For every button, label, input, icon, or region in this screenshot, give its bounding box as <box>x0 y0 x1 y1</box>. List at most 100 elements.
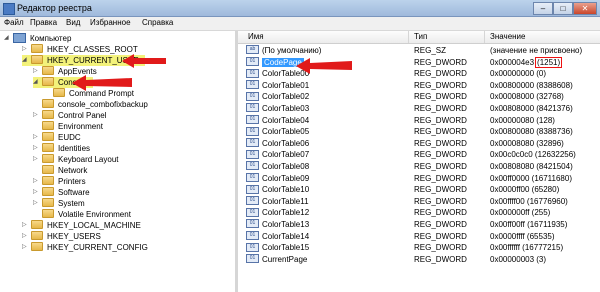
value-row[interactable]: 01 ColorTable00 REG_DWORD 0x00000000 (0) <box>238 68 600 79</box>
collapsed-arrow-icon[interactable]: ▷ <box>33 132 38 143</box>
value-row[interactable]: 01 ColorTable13 REG_DWORD 0x00ff00ff (16711… <box>238 219 600 230</box>
string-value-icon: ab <box>246 45 259 55</box>
tree-node-software[interactable]: ▷ Software <box>33 187 90 198</box>
value-row[interactable]: 01 ColorTable02 REG_DWORD 0x00008000 (32768… <box>238 91 600 102</box>
value-row[interactable]: 01 CodePage REG_DWORD 0x000004e3 (1251) <box>238 56 600 68</box>
folder-icon <box>42 198 54 208</box>
collapsed-arrow-icon[interactable]: ▷ <box>22 220 27 231</box>
dword-value-icon: 01 <box>246 80 259 90</box>
value-row[interactable]: 01 ColorTable05 REG_DWORD 0x00800080 (83887… <box>238 126 600 137</box>
value-name-cell: 01 ColorTable04 <box>246 114 309 126</box>
collapsed-arrow-icon[interactable]: ▷ <box>33 198 38 209</box>
value-row[interactable]: 01 ColorTable09 REG_DWORD 0x00ff0000 (16711… <box>238 172 600 184</box>
tree-node-control-panel[interactable]: ▷ Control Panel <box>33 110 106 121</box>
collapsed-arrow-icon[interactable]: ▷ <box>22 44 27 55</box>
collapsed-arrow-icon[interactable]: ▷ <box>33 176 38 187</box>
value-row[interactable]: 01 ColorTable07 REG_DWORD 0x00c0c0c0 (12632… <box>238 149 600 160</box>
collapsed-arrow-icon[interactable]: ▷ <box>33 110 38 121</box>
expand-arrow-icon[interactable]: ◢ <box>33 77 38 88</box>
column-divider[interactable] <box>408 31 409 43</box>
value-row[interactable]: 01 ColorTable03 REG_DWORD 0x00808000 (84213… <box>238 103 600 114</box>
registry-tree-pane[interactable]: ◢ Компьютер ▷ HKEY_CLASSES_ROOT ◢ HKEY_C… <box>0 31 238 292</box>
value-name-cell: ab (По умолчанию) <box>246 45 321 56</box>
tree-node-network[interactable]: Network <box>33 165 87 176</box>
value-data-cell: (значение не присвоено) <box>490 45 582 56</box>
tree-node-label: System <box>58 199 85 208</box>
tree-node-volatile-environment[interactable]: Volatile Environment <box>33 209 131 220</box>
collapsed-arrow-icon[interactable]: ▷ <box>33 143 38 154</box>
tree-node-computer[interactable]: ◢ Компьютер <box>4 32 71 44</box>
value-row[interactable]: ab (По умолчанию) REG_SZ (значение не присв… <box>238 45 600 56</box>
value-row[interactable]: 01 ColorTable04 REG_DWORD 0x00000080 (128) <box>238 114 600 126</box>
collapsed-arrow-icon[interactable]: ▷ <box>22 231 27 242</box>
maximize-button[interactable]: □ <box>553 2 573 15</box>
tree-node-printers[interactable]: ▷ Printers <box>33 176 86 187</box>
menu-file[interactable]: Файл <box>4 18 24 27</box>
value-type: REG_DWORD <box>414 254 467 264</box>
menu-view[interactable]: Вид <box>66 18 80 27</box>
tree-node-hkcc[interactable]: ▷ HKEY_CURRENT_CONFIG <box>22 242 148 253</box>
registry-values-pane[interactable]: Имя Тип Значение ab (По умолчанию) REG_SZ (… <box>238 31 600 292</box>
column-header-name[interactable]: Имя <box>248 32 264 41</box>
tree-node-hku[interactable]: ▷ HKEY_USERS <box>22 231 101 242</box>
menu-favorites[interactable]: Избранное <box>90 18 131 27</box>
collapsed-arrow-icon[interactable]: ▷ <box>33 187 38 198</box>
value-data: 0x00800000 (8388608) <box>490 80 573 90</box>
value-row[interactable]: 01 ColorTable10 REG_DWORD 0x0000ff00 (65280… <box>238 184 600 195</box>
tree-node-keyboard-layout[interactable]: ▷ Keyboard Layout <box>33 154 119 165</box>
tree-node-label: Network <box>58 166 88 175</box>
expand-arrow-icon[interactable]: ◢ <box>4 33 9 44</box>
value-row[interactable]: 01 ColorTable11 REG_DWORD 0x00ffff00 (16776… <box>238 196 600 207</box>
value-name-cell: 01 CurrentPage <box>246 254 307 265</box>
value-data-cell: 0x00800080 (8388736) <box>490 126 573 137</box>
folder-icon <box>42 132 54 142</box>
column-header-value[interactable]: Значение <box>490 32 525 41</box>
value-name-cell: 01 ColorTable05 <box>246 126 309 137</box>
dword-value-icon: 01 <box>246 161 259 171</box>
collapsed-arrow-icon[interactable]: ▷ <box>22 242 27 253</box>
value-data-cell: 0x00008000 (32768) <box>490 91 564 102</box>
collapsed-arrow-icon[interactable]: ▷ <box>33 66 38 77</box>
menu-edit[interactable]: Правка <box>30 18 57 27</box>
tree-node-eudc[interactable]: ▷ EUDC <box>33 132 81 143</box>
value-row[interactable]: 01 ColorTable12 REG_DWORD 0x000000ff (255) <box>238 207 600 218</box>
folder-icon <box>42 99 54 109</box>
value-row[interactable]: 01 ColorTable08 REG_DWORD 0x00808080 (84215… <box>238 161 600 172</box>
value-row[interactable]: 01 ColorTable06 REG_DWORD 0x00008080 (32896… <box>238 138 600 149</box>
value-name-cell: 01 ColorTable01 <box>246 80 309 91</box>
value-type: REG_DWORD <box>414 231 467 241</box>
folder-icon <box>31 231 43 241</box>
value-data: 0x00c0c0c0 (12632256) <box>490 150 576 160</box>
column-header-type[interactable]: Тип <box>414 32 427 41</box>
column-divider[interactable] <box>484 31 485 43</box>
value-name: ColorTable13 <box>262 220 310 229</box>
tree-node-system[interactable]: ▷ System <box>33 198 85 209</box>
collapsed-arrow-icon[interactable]: ▷ <box>33 154 38 165</box>
value-row[interactable]: 01 ColorTable15 REG_DWORD 0x00ffffff (16777… <box>238 242 600 253</box>
value-name-cell: 01 ColorTable03 <box>246 103 309 114</box>
menu-help[interactable]: Справка <box>142 18 173 27</box>
value-data: 0x00000000 (0) <box>490 69 547 79</box>
value-data-cell: 0x00008080 (32896) <box>490 138 564 149</box>
value-name-cell: 01 ColorTable11 <box>246 196 309 207</box>
value-name-cell: 01 ColorTable02 <box>246 91 309 102</box>
value-row[interactable]: 01 ColorTable01 REG_DWORD 0x00800000 (83886… <box>238 80 600 91</box>
tree-node-identities[interactable]: ▷ Identities <box>33 143 90 154</box>
tree-node-console-combofixbackup[interactable]: console_combofixbackup <box>33 99 148 110</box>
value-data-cell: 0x000000ff (255) <box>490 207 550 218</box>
value-row[interactable]: 01 ColorTable14 REG_DWORD 0x0000ffff (65535… <box>238 230 600 242</box>
tree-node-hkcr[interactable]: ▷ HKEY_CLASSES_ROOT <box>22 44 138 55</box>
value-data: 0x000000ff (255) <box>490 208 551 218</box>
value-type: REG_DWORD <box>414 150 467 160</box>
close-button[interactable]: ✕ <box>573 2 597 15</box>
minimize-button[interactable]: – <box>533 2 553 15</box>
tree-node-environment[interactable]: Environment <box>33 121 103 132</box>
folder-icon <box>31 220 43 230</box>
value-type: REG_DWORD <box>414 57 467 67</box>
value-name: (По умолчанию) <box>262 46 322 55</box>
value-row[interactable]: 01 CurrentPage REG_DWORD 0x00000003 (3) <box>238 254 600 265</box>
tree-node-hklm[interactable]: ▷ HKEY_LOCAL_MACHINE <box>22 220 141 231</box>
value-data: 0x00ffff00 (16776960) <box>490 196 568 206</box>
expand-arrow-icon[interactable]: ◢ <box>22 55 27 66</box>
value-name: ColorTable11 <box>262 196 309 206</box>
